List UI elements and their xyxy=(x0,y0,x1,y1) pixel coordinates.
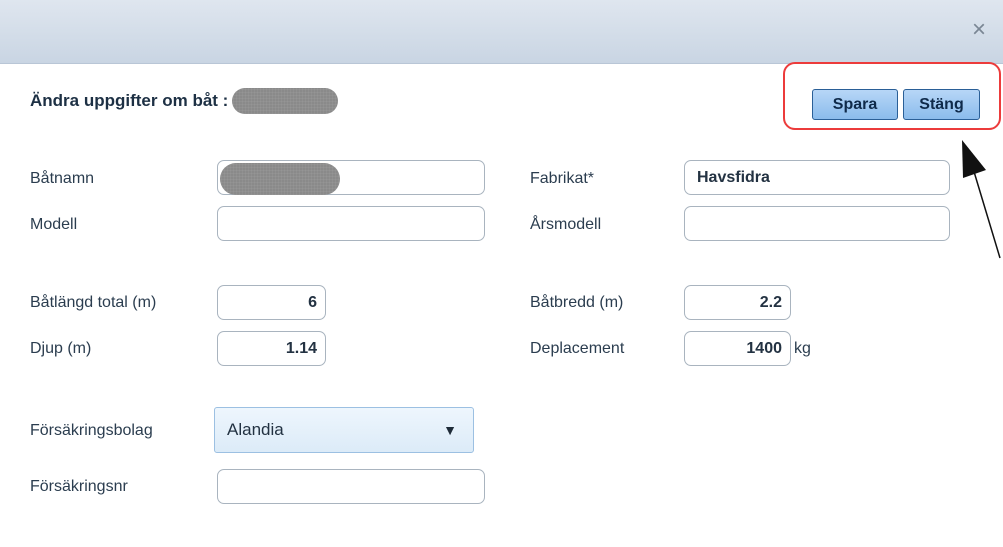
boat-name-label: Båtnamn xyxy=(30,170,95,187)
make-label: Fabrikat* xyxy=(530,170,595,187)
displacement-label: Deplacement xyxy=(530,340,625,357)
depth-input[interactable]: 1.14 xyxy=(217,331,326,366)
save-button[interactable]: Spara xyxy=(812,89,898,120)
length-total-input[interactable]: 6 xyxy=(217,285,326,320)
model-year-label: Årsmodell xyxy=(530,216,602,233)
dialog-titlebar: × xyxy=(0,0,1003,64)
model-year-input[interactable] xyxy=(684,206,950,241)
arrow-head xyxy=(962,140,986,178)
displacement-input[interactable]: 1400 xyxy=(684,331,791,366)
redacted-boat-name-value xyxy=(220,163,340,195)
make-input[interactable]: Havsfidra xyxy=(684,160,950,195)
close-button[interactable]: Stäng xyxy=(903,89,980,120)
dialog-heading-row: Ändra uppgifter om båt : xyxy=(30,88,339,114)
chevron-down-icon: ▼ xyxy=(443,422,457,438)
redacted-boat-name xyxy=(232,88,339,114)
length-total-label: Båtlängd total (m) xyxy=(30,294,157,311)
model-label: Modell xyxy=(30,216,78,233)
beam-input[interactable]: 2.2 xyxy=(684,285,791,320)
beam-label: Båtbredd (m) xyxy=(530,294,624,311)
arrow-shaft xyxy=(971,164,1001,259)
model-input[interactable] xyxy=(217,206,485,241)
displacement-unit: kg xyxy=(794,340,811,357)
policy-no-label: Försäkringsnr xyxy=(30,478,128,495)
insurer-selected-value: Alandia xyxy=(227,420,284,439)
page-title: Ändra uppgifter om båt : xyxy=(30,91,229,110)
depth-label: Djup (m) xyxy=(30,340,92,357)
insurer-label: Försäkringsbolag xyxy=(30,422,153,439)
policy-no-input[interactable] xyxy=(217,469,485,504)
close-icon[interactable]: × xyxy=(965,16,993,44)
insurer-select[interactable]: Alandia ▼ xyxy=(214,407,474,453)
